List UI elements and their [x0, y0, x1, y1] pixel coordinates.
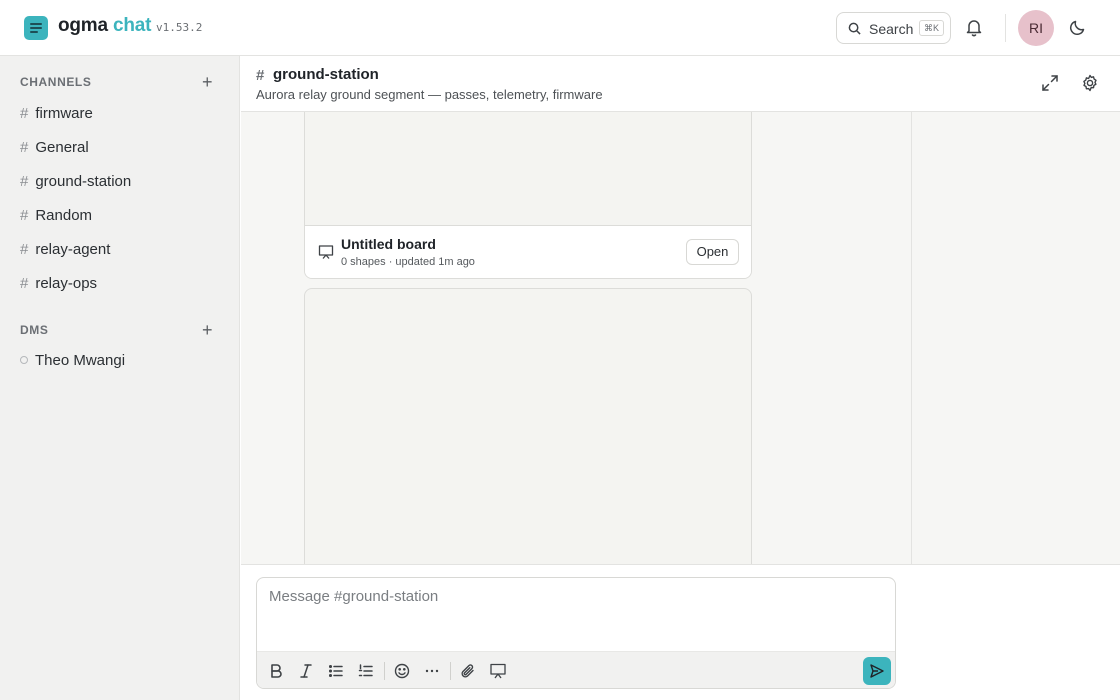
- attach-icon[interactable]: [459, 662, 477, 680]
- message-input[interactable]: Message #ground-station: [269, 588, 438, 605]
- top-bar: ogma chat v1.53.2 Search ⌘K RI: [0, 0, 1120, 56]
- channel-hash: #: [20, 139, 29, 156]
- sidebar-item-relay-agent[interactable]: # relay-agent: [20, 241, 110, 265]
- gear-icon[interactable]: [1081, 74, 1099, 92]
- sidebar-item-relay-ops[interactable]: # relay-ops: [20, 275, 97, 299]
- sidebar-item-label: ground-station: [35, 173, 132, 190]
- sidebar-item-random[interactable]: # Random: [20, 207, 92, 231]
- sidebar: CHANNELS + # firmware # General # ground-st…: [0, 56, 240, 700]
- toolbar-divider: [450, 662, 451, 680]
- user-avatar[interactable]: RI: [1018, 10, 1054, 46]
- bold-icon[interactable]: [267, 662, 285, 680]
- sidebar-item-general[interactable]: # General: [20, 139, 89, 163]
- thread-panel-divider: [911, 112, 912, 564]
- brand-name: ogma: [58, 15, 108, 36]
- more-icon[interactable]: [423, 662, 441, 680]
- whiteboard-card: Untitled board 0 shapes · updated 1m ago…: [304, 112, 752, 279]
- whiteboard-title: Untitled board: [341, 236, 436, 252]
- app-brand[interactable]: ogma chat: [58, 15, 151, 37]
- sidebar-item-firmware[interactable]: # firmware: [20, 105, 93, 129]
- open-whiteboard-button[interactable]: Open: [686, 239, 739, 265]
- bullet-list-icon[interactable]: [327, 662, 345, 680]
- toolbar-divider: [384, 662, 385, 680]
- bell-icon[interactable]: [964, 17, 984, 37]
- sidebar-dm-theo-mwangi[interactable]: Theo Mwangi: [20, 352, 125, 369]
- channel-hash: #: [20, 173, 29, 190]
- whiteboard-meta: 0 shapes · updated 1m ago: [341, 256, 475, 268]
- send-button[interactable]: [863, 657, 891, 685]
- emoji-icon[interactable]: [393, 662, 411, 680]
- sidebar-item-ground-station[interactable]: # ground-station: [20, 173, 131, 197]
- channel-hash: #: [256, 67, 265, 84]
- channel-header: # ground-station Aurora relay ground seg…: [241, 56, 1120, 112]
- add-channel-button[interactable]: +: [202, 73, 213, 91]
- numbered-list-icon[interactable]: [357, 662, 375, 680]
- search-shortcut: ⌘K: [919, 20, 945, 36]
- dm-name: Theo Mwangi: [35, 352, 126, 369]
- channel-description: Aurora relay ground segment — passes, te…: [256, 87, 603, 102]
- italic-icon[interactable]: [297, 662, 315, 680]
- search-label: Search: [869, 21, 914, 37]
- app-logo-icon[interactable]: [24, 16, 48, 40]
- formatting-toolbar: [257, 651, 895, 688]
- moon-icon[interactable]: [1068, 17, 1088, 37]
- topbar-divider: [1005, 14, 1006, 42]
- sidebar-item-label: Random: [35, 207, 93, 224]
- whiteboard-icon: [318, 245, 334, 259]
- add-dm-button[interactable]: +: [202, 321, 213, 339]
- composer-area: Message #ground-station: [241, 564, 1120, 700]
- search-button[interactable]: Search ⌘K: [836, 12, 951, 44]
- channels-heading: CHANNELS: [20, 75, 92, 89]
- sidebar-item-label: relay-agent: [35, 241, 111, 258]
- whiteboard-preview[interactable]: [304, 288, 752, 564]
- message-list[interactable]: Untitled board 0 shapes · updated 1m ago…: [241, 112, 1120, 564]
- channel-hash: #: [20, 207, 29, 224]
- send-icon: [870, 664, 884, 678]
- message-composer[interactable]: Message #ground-station: [256, 577, 896, 689]
- sidebar-item-label: General: [35, 139, 89, 156]
- channel-hash: #: [20, 105, 29, 122]
- brand-suffix: chat: [112, 15, 152, 36]
- whiteboard-icon[interactable]: [489, 662, 507, 680]
- expand-icon[interactable]: [1041, 74, 1059, 92]
- channel-hash: #: [20, 275, 29, 292]
- channel-hash: #: [20, 241, 29, 258]
- search-icon: [848, 22, 861, 35]
- channel-title: ground-station: [273, 66, 379, 83]
- sidebar-item-label: firmware: [35, 105, 93, 122]
- whiteboard-card-footer: Untitled board 0 shapes · updated 1m ago…: [305, 225, 751, 278]
- sidebar-item-label: relay-ops: [35, 275, 98, 292]
- version-label: v1.53.2: [156, 21, 203, 34]
- dms-heading: DMS: [20, 323, 49, 337]
- presence-offline-icon: [20, 356, 28, 364]
